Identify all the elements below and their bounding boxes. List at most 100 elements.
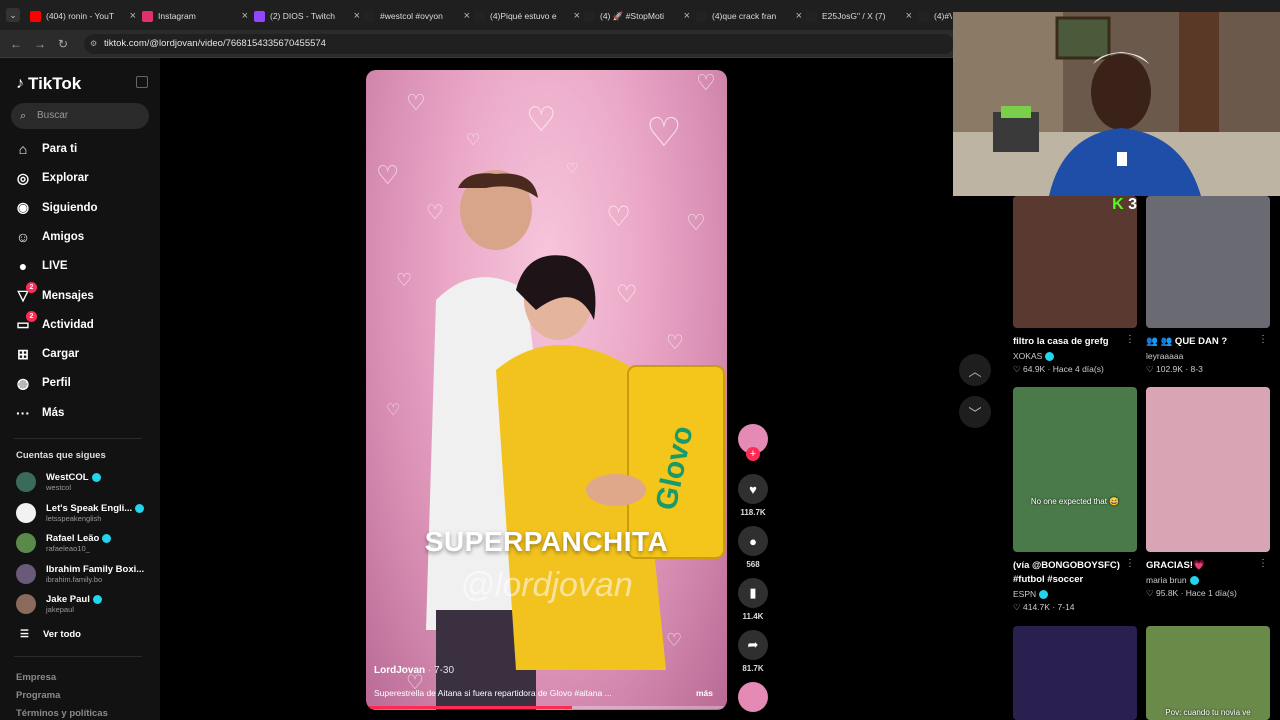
tab-close-icon[interactable]: × bbox=[684, 10, 690, 22]
follow-plus-icon[interactable]: + bbox=[746, 447, 760, 461]
music-disc-button[interactable] bbox=[738, 682, 768, 712]
following-account[interactable]: Jake Paul jakepaul bbox=[16, 594, 102, 615]
sidebar-item-label: Cargar bbox=[42, 348, 80, 361]
video-progress-bar[interactable] bbox=[366, 706, 727, 709]
notification-badge: 2 bbox=[26, 281, 37, 293]
browser-tab[interactable]: (404) ronin - YouT × bbox=[30, 4, 136, 28]
sidebar-item-label: Amigos bbox=[42, 230, 85, 243]
verified-icon bbox=[1189, 575, 1199, 585]
recommended-video-card[interactable]: No one expected that 😅 (vía @BONGOBOYSFC)… bbox=[1013, 387, 1137, 613]
messages-icon: ▽ 2 bbox=[14, 281, 37, 305]
sidebar-item-cargar[interactable]: ⊞ Cargar bbox=[14, 345, 79, 363]
collapse-sidebar-icon[interactable] bbox=[136, 76, 148, 88]
sidebar-item-amigos[interactable]: ☺ Amigos bbox=[14, 228, 84, 246]
tab-close-icon[interactable]: × bbox=[354, 10, 360, 22]
sidebar-item-perfil[interactable]: ◍ Perfil bbox=[14, 374, 71, 392]
browser-tab[interactable]: (4) 🚀 #StopMoti × bbox=[584, 4, 690, 28]
search-icon: ⌕ bbox=[20, 110, 27, 122]
kick-badge: K 3 bbox=[1112, 196, 1137, 213]
home-icon: ⌂ bbox=[18, 141, 28, 157]
like-button[interactable]: ♥ 118.7K bbox=[738, 474, 768, 517]
more-options-icon[interactable]: ⋮ bbox=[1125, 558, 1135, 569]
heart-icon: ♥ bbox=[738, 474, 768, 504]
following-account[interactable]: WestCOL westcol bbox=[16, 472, 101, 492]
reload-icon[interactable]: ↻ bbox=[58, 37, 68, 51]
video-thumbnail[interactable] bbox=[1146, 196, 1270, 328]
tab-close-icon[interactable]: × bbox=[796, 10, 802, 22]
footer-link-empresa[interactable]: Empresa bbox=[16, 672, 56, 683]
next-video-button[interactable]: ﹀ bbox=[959, 396, 991, 428]
back-arrow-icon[interactable]: ← bbox=[10, 37, 22, 51]
browser-tab[interactable]: Instagram × bbox=[142, 4, 248, 28]
sidebar-item-explorar[interactable]: ◎ Explorar bbox=[14, 169, 89, 187]
previous-video-button[interactable]: ︿ bbox=[959, 354, 991, 386]
video-overlay-title: SUPERPANCHITA bbox=[424, 526, 669, 557]
video-player[interactable]: ♡♡♡♡♡♡♡♡♡♡♡♡♡♡♡♡♡ Glovo SUPERPANCHITA @l… bbox=[366, 70, 727, 710]
recommended-video-card[interactable] bbox=[1013, 626, 1137, 720]
tab-close-icon[interactable]: × bbox=[464, 10, 470, 22]
following-account[interactable]: Ibrahim Family Boxi... ibrahim.family.bo bbox=[16, 563, 144, 584]
url-text: tiktok.com/@lordjovan/video/766815433567… bbox=[104, 38, 326, 49]
divider bbox=[14, 656, 142, 657]
video-thumbnail[interactable]: No one expected that 😅 bbox=[1013, 387, 1137, 552]
tiktok-logo[interactable]: ♪ TikTok bbox=[16, 74, 81, 94]
video-more-button[interactable]: más bbox=[696, 688, 713, 698]
profile-icon: ◍ bbox=[16, 374, 30, 391]
see-all-link[interactable]: ☰ Ver todo bbox=[20, 629, 81, 640]
share-button[interactable]: ➦ 81.7K bbox=[738, 630, 768, 673]
footer-link-programa[interactable]: Programa bbox=[16, 690, 60, 701]
video-thumbnail[interactable] bbox=[1146, 387, 1270, 552]
sidebar-item-mensajes[interactable]: ▽ 2 Mensajes bbox=[14, 281, 94, 305]
recommended-video-card[interactable]: K 3 filtro la casa de grefg ⋮ XOKAS ♡ 64.9K … bbox=[1013, 196, 1137, 375]
sidebar-item-live[interactable]: ● LIVE bbox=[14, 257, 68, 275]
forward-arrow-icon[interactable]: → bbox=[34, 37, 46, 51]
sidebar-item-ms[interactable]: ··· Más bbox=[14, 404, 64, 422]
sidebar-item-actividad[interactable]: ▭ 2 Actividad bbox=[14, 310, 94, 334]
more-options-icon[interactable]: ⋮ bbox=[1258, 334, 1268, 345]
video-thumbnail[interactable]: Pov: cuando tu novia ve bbox=[1146, 626, 1270, 720]
recommended-video-card[interactable]: Pov: cuando tu novia ve bbox=[1146, 626, 1270, 720]
tab-close-icon[interactable]: × bbox=[130, 10, 136, 22]
browser-tab[interactable]: (4)#V bbox=[918, 4, 952, 28]
tab-title: (404) ronin - YouT bbox=[46, 11, 115, 21]
save-button[interactable]: ▮ 11.4K bbox=[738, 578, 768, 621]
browser-tab[interactable]: E25JosG" / X (7) × bbox=[806, 4, 912, 28]
avatar bbox=[16, 502, 36, 523]
sidebar-item-siguiendo[interactable]: ◉ Siguiendo bbox=[14, 199, 98, 217]
video-thumbnail[interactable] bbox=[1013, 626, 1137, 720]
card-title: GRACIAS!💗 bbox=[1146, 560, 1205, 571]
tab-close-icon[interactable]: × bbox=[906, 10, 912, 22]
card-likes: 414.7K bbox=[1023, 602, 1050, 612]
following-section-title: Cuentas que sigues bbox=[16, 450, 106, 461]
account-handle: westcol bbox=[46, 483, 72, 492]
tiktok-note-icon: ♪ bbox=[16, 75, 24, 92]
sidebar-item-parati[interactable]: ⌂ Para ti bbox=[14, 140, 77, 158]
following-account[interactable]: Let's Speak Engli... letsspeakenglish bbox=[16, 502, 145, 523]
browser-tab[interactable]: (4)Piqué estuvo e × bbox=[474, 4, 580, 28]
tab-close-icon[interactable]: × bbox=[574, 10, 580, 22]
card-stats: ♡ 414.7K · 7-14 bbox=[1013, 602, 1075, 612]
tab-favicon-icon bbox=[918, 10, 929, 22]
more-options-icon[interactable]: ⋮ bbox=[1125, 334, 1135, 345]
comment-button[interactable]: ● 568 bbox=[738, 526, 768, 569]
recommended-video-card[interactable]: GRACIAS!💗 ⋮ maria brun ♡ 95.8K · Hace 1 día… bbox=[1146, 387, 1270, 599]
search-input[interactable]: ⌕ Buscar bbox=[11, 103, 149, 129]
footer-link-terminos[interactable]: Términos y políticas bbox=[16, 708, 108, 719]
friends-icon: ☺ bbox=[15, 228, 31, 245]
more-options-icon[interactable]: ⋮ bbox=[1258, 558, 1268, 569]
heart-outline-icon: ♡ bbox=[1013, 602, 1021, 612]
tab-close-icon[interactable]: × bbox=[242, 10, 248, 22]
video-author[interactable]: LordJovan · 7-30 bbox=[374, 665, 454, 676]
recommended-video-card[interactable]: 👥 👥 QUE DAN ? ⋮ leyraaaaa ♡ 102.9K · 8-3 bbox=[1146, 196, 1270, 375]
browser-tab[interactable]: (4)que crack fran × bbox=[696, 4, 802, 28]
browser-tab[interactable]: (2) DIOS - Twitch × bbox=[254, 4, 360, 28]
following-account[interactable]: Rafael Leão rafaeleao10_ bbox=[16, 533, 112, 554]
video-thumbnail[interactable]: K 3 bbox=[1013, 196, 1137, 328]
browser-tab[interactable]: #westcol #ovyon × bbox=[364, 4, 470, 28]
tab-search-chevron-icon[interactable]: ⌄ bbox=[6, 8, 20, 22]
tab-title: (2) DIOS - Twitch bbox=[270, 11, 336, 21]
url-input[interactable]: ⚙ tiktok.com/@lordjovan/video/7668154335… bbox=[84, 34, 954, 54]
site-info-icon[interactable]: ⚙ bbox=[90, 34, 97, 54]
author-avatar-button[interactable]: + bbox=[738, 424, 768, 461]
like-count: 118.7K bbox=[740, 508, 766, 517]
